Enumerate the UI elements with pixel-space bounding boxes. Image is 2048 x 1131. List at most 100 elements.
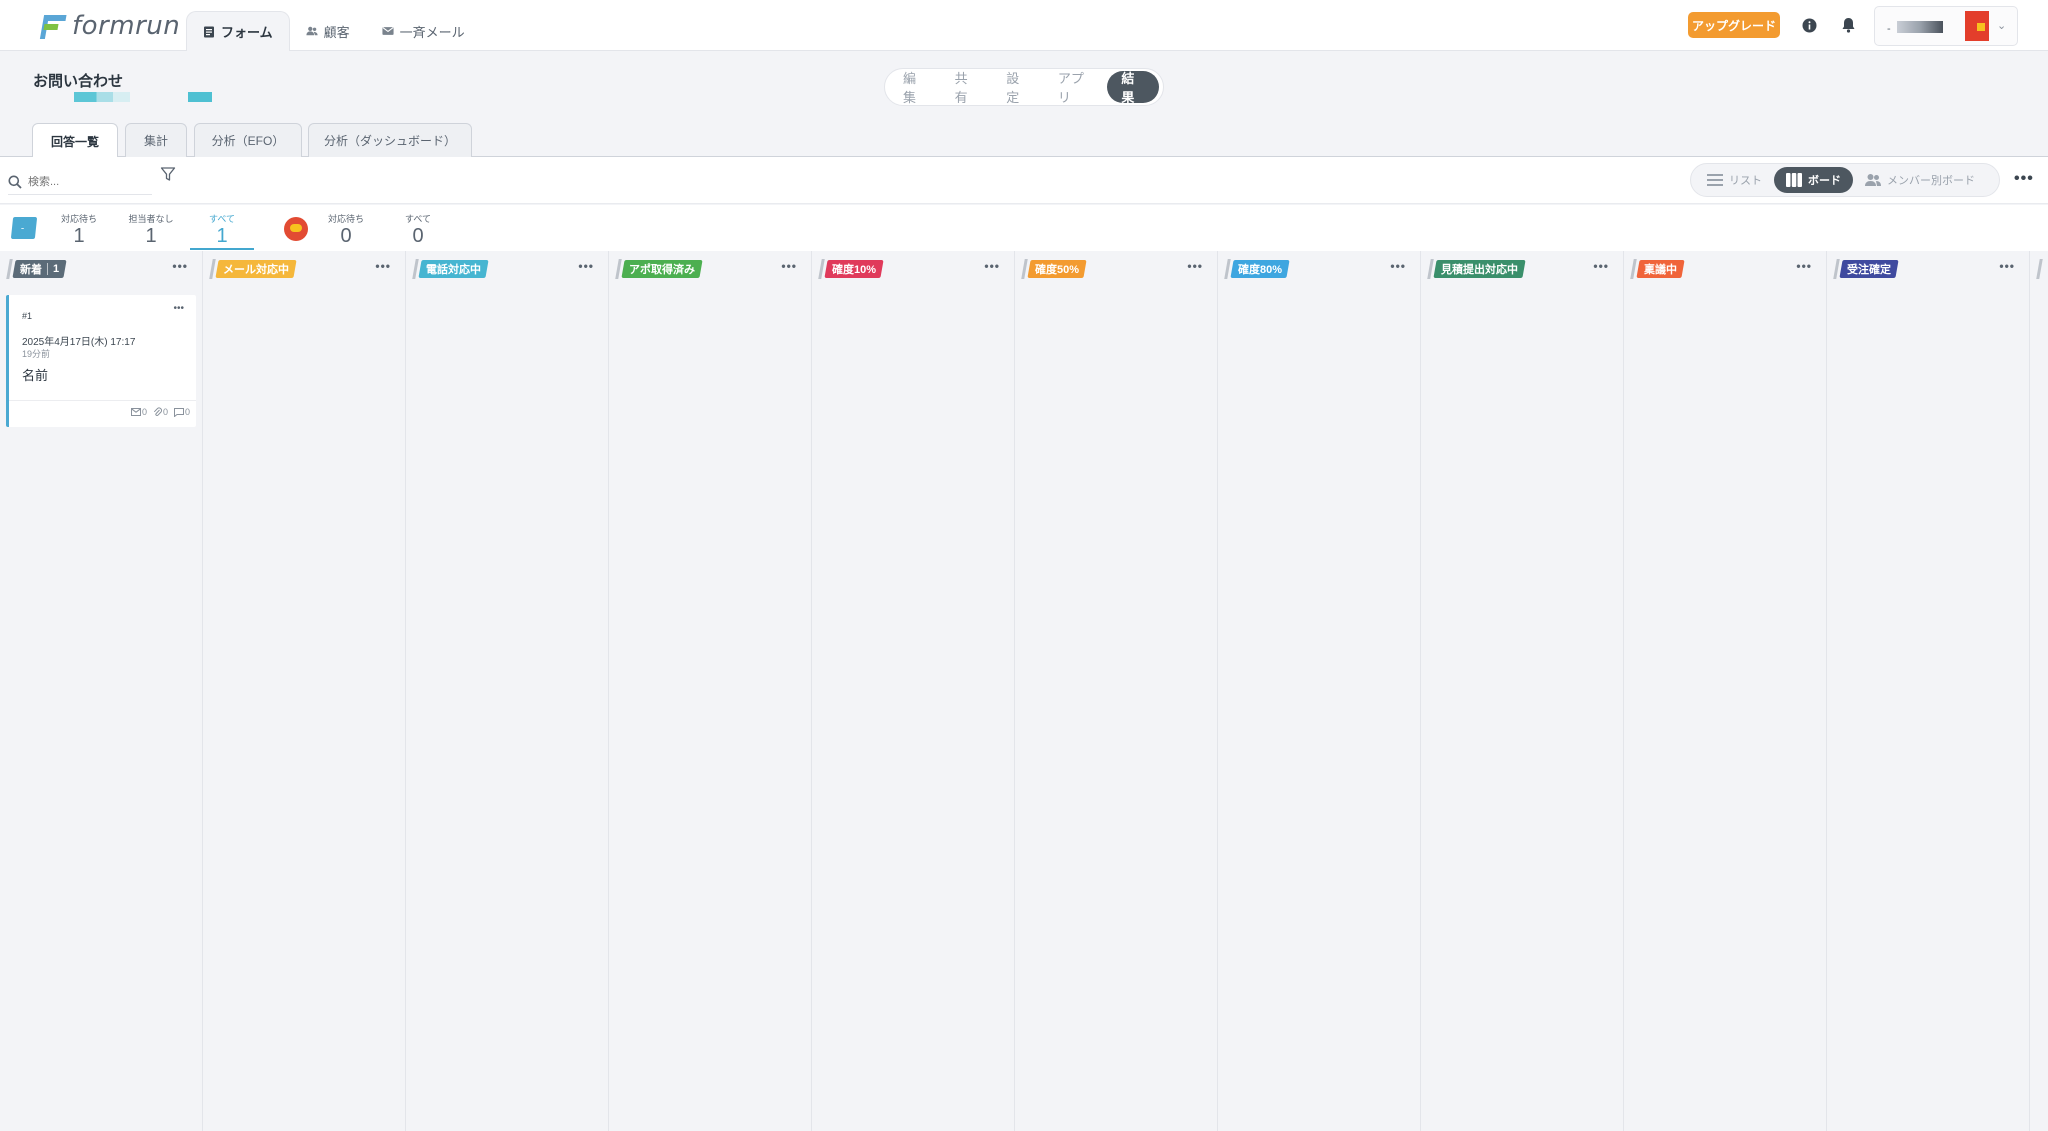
column-title: 電話対応中 xyxy=(426,264,481,276)
response-card[interactable]: #1 ••• 2025年4月17日(木) 17:17 19分前 名前 0 0 0 xyxy=(6,295,196,427)
mode-edit[interactable]: 編集 xyxy=(889,71,941,105)
view-list-label: リスト xyxy=(1729,175,1762,187)
attachment-count-value: 0 xyxy=(162,407,168,417)
response-date: 2025年4月17日(木) 17:17 xyxy=(22,337,136,348)
status-label[interactable]: メール対応中 xyxy=(215,260,297,278)
mode-share[interactable]: 共有 xyxy=(941,71,993,105)
kanban-board: 新着 1 ••• #1 ••• 2025年4月17日(木) 17:17 19分前 … xyxy=(0,251,2048,1131)
column-header: アポ取得済み xyxy=(615,259,703,279)
column-menu-icon[interactable]: ••• xyxy=(1390,259,1406,273)
form-icon xyxy=(204,26,214,37)
status-label[interactable]: 稟議中 xyxy=(1636,260,1685,278)
column-title: 確度50% xyxy=(1035,264,1080,276)
status-label[interactable]: 新着 1 xyxy=(12,260,67,278)
column-menu-icon[interactable]: ••• xyxy=(1796,259,1812,273)
form-mode-switch: 編集 共有 設定 アプリ 結果 xyxy=(884,68,1164,106)
counter-label: 対応待ち xyxy=(327,214,364,224)
column-menu-icon[interactable]: ••• xyxy=(1999,259,2015,273)
column-menu-icon[interactable]: ••• xyxy=(172,259,188,273)
tab-responses[interactable]: 回答一覧 xyxy=(32,123,118,158)
column-menu-icon[interactable]: ••• xyxy=(578,259,594,273)
team-a-icon[interactable]: - xyxy=(10,217,38,239)
view-list-button[interactable]: リスト xyxy=(1695,167,1774,193)
mode-settings[interactable]: 設定 xyxy=(992,71,1044,105)
tab-dashboard-analysis[interactable]: 分析（ダッシュボード） xyxy=(308,123,472,157)
bell-icon[interactable] xyxy=(1839,16,1857,34)
team-b-icon[interactable] xyxy=(284,217,308,241)
upgrade-button[interactable]: アップグレード xyxy=(1688,12,1780,38)
status-label[interactable]: 電話対応中 xyxy=(418,260,489,278)
nav-tab-bulk-mail[interactable]: 一斉メール xyxy=(366,11,481,51)
search-icon xyxy=(8,175,22,189)
board-icon xyxy=(1786,173,1802,187)
response-name: 名前 xyxy=(22,368,49,383)
column-title: 受注確定 xyxy=(1847,264,1891,276)
view-member-board-label: メンバー別ボード xyxy=(1887,175,1975,187)
tab-summary[interactable]: 集計 xyxy=(125,123,187,157)
column-menu-icon[interactable]: ••• xyxy=(1593,259,1609,273)
account-name: - xyxy=(1887,23,1891,35)
list-icon xyxy=(1707,174,1723,186)
status-label[interactable]: 確度50% xyxy=(1027,260,1087,278)
column-menu-icon[interactable]: ••• xyxy=(781,259,797,273)
nav-tab-label: フォーム xyxy=(221,25,273,40)
results-sub-tabs: 回答一覧 集計 分析（EFO） 分析（ダッシュボード） xyxy=(0,122,2048,158)
nav-tab-form[interactable]: フォーム xyxy=(186,11,290,51)
column-phone: 電話対応中 ••• xyxy=(406,251,609,1131)
counter-pending[interactable]: 対応待ち 1 xyxy=(47,212,111,247)
counter-pending-b[interactable]: 対応待ち 0 xyxy=(314,212,378,247)
search-input[interactable] xyxy=(28,175,138,188)
account-menu[interactable]: - ⌄ xyxy=(1874,6,2018,46)
status-label[interactable]: 受注確定 xyxy=(1839,260,1899,278)
filter-icon[interactable] xyxy=(160,166,176,182)
column-header: 受注確定 xyxy=(1833,259,1899,279)
card-divider xyxy=(9,400,196,401)
counter-all[interactable]: すべて 1 xyxy=(190,212,254,247)
mode-apps[interactable]: アプリ xyxy=(1044,71,1107,105)
status-label[interactable]: 確度10% xyxy=(824,260,884,278)
counter-unassigned[interactable]: 担当者なし 1 xyxy=(119,212,183,247)
status-label[interactable]: 見積提出対応中 xyxy=(1433,260,1526,278)
column-menu-icon[interactable]: ••• xyxy=(1187,259,1203,273)
view-member-board-button[interactable]: メンバー別ボード xyxy=(1853,167,1987,193)
column-title: アポ取得済み xyxy=(629,264,695,276)
column-title: 新着 xyxy=(20,264,42,276)
mode-results[interactable]: 結果 xyxy=(1107,71,1160,105)
column-header: 確度50% xyxy=(1021,259,1087,279)
column-menu-icon[interactable]: ••• xyxy=(984,259,1000,273)
column-probability-50: 確度50% ••• xyxy=(1015,251,1218,1131)
counter-value: 1 xyxy=(145,225,157,247)
tab-efo-analysis[interactable]: 分析（EFO） xyxy=(194,123,302,157)
column-quote: 見積提出対応中 ••• xyxy=(1421,251,1624,1131)
formrun-logo[interactable]: formrun xyxy=(39,11,180,41)
nav-tab-label: 顧客 xyxy=(323,24,350,40)
logo-mark-icon xyxy=(39,13,67,39)
column-header: 新着 1 xyxy=(6,259,67,279)
response-relative-time: 19分前 xyxy=(22,349,51,359)
comment-count-value: 0 xyxy=(184,407,190,417)
column-header xyxy=(2036,259,2044,279)
counter-label: すべて xyxy=(208,214,235,224)
view-board-button[interactable]: ボード xyxy=(1774,167,1853,193)
column-title: 確度80% xyxy=(1238,264,1283,276)
status-counters: - 対応待ち 1 担当者なし 1 すべて 1 対応待ち 0 すべて 0 xyxy=(0,205,2048,251)
card-menu-icon[interactable]: ••• xyxy=(173,303,184,314)
status-label[interactable]: 確度80% xyxy=(1230,260,1290,278)
column-approval: 稟議中 ••• xyxy=(1624,251,1827,1131)
column-menu-icon[interactable]: ••• xyxy=(375,259,391,273)
top-header: formrun フォーム 顧客 一斉メール アップグレード - ⌄ xyxy=(0,0,2048,51)
search-box xyxy=(8,169,152,195)
column-appointment: アポ取得済み ••• xyxy=(609,251,812,1131)
column-title: 見積提出対応中 xyxy=(1441,264,1518,276)
column-mail: メール対応中 ••• xyxy=(203,251,406,1131)
comment-icon xyxy=(173,407,184,417)
column-header: 確度10% xyxy=(818,259,884,279)
status-label[interactable]: アポ取得済み xyxy=(621,260,703,278)
more-options-icon[interactable]: ••• xyxy=(2014,170,2034,188)
people-icon xyxy=(1865,174,1881,186)
info-icon[interactable] xyxy=(1800,16,1818,34)
column-header: 確度80% xyxy=(1224,259,1290,279)
nav-tab-customers[interactable]: 顧客 xyxy=(290,11,366,51)
counter-all-b[interactable]: すべて 0 xyxy=(386,212,450,247)
attachment-count: 0 xyxy=(153,407,168,417)
